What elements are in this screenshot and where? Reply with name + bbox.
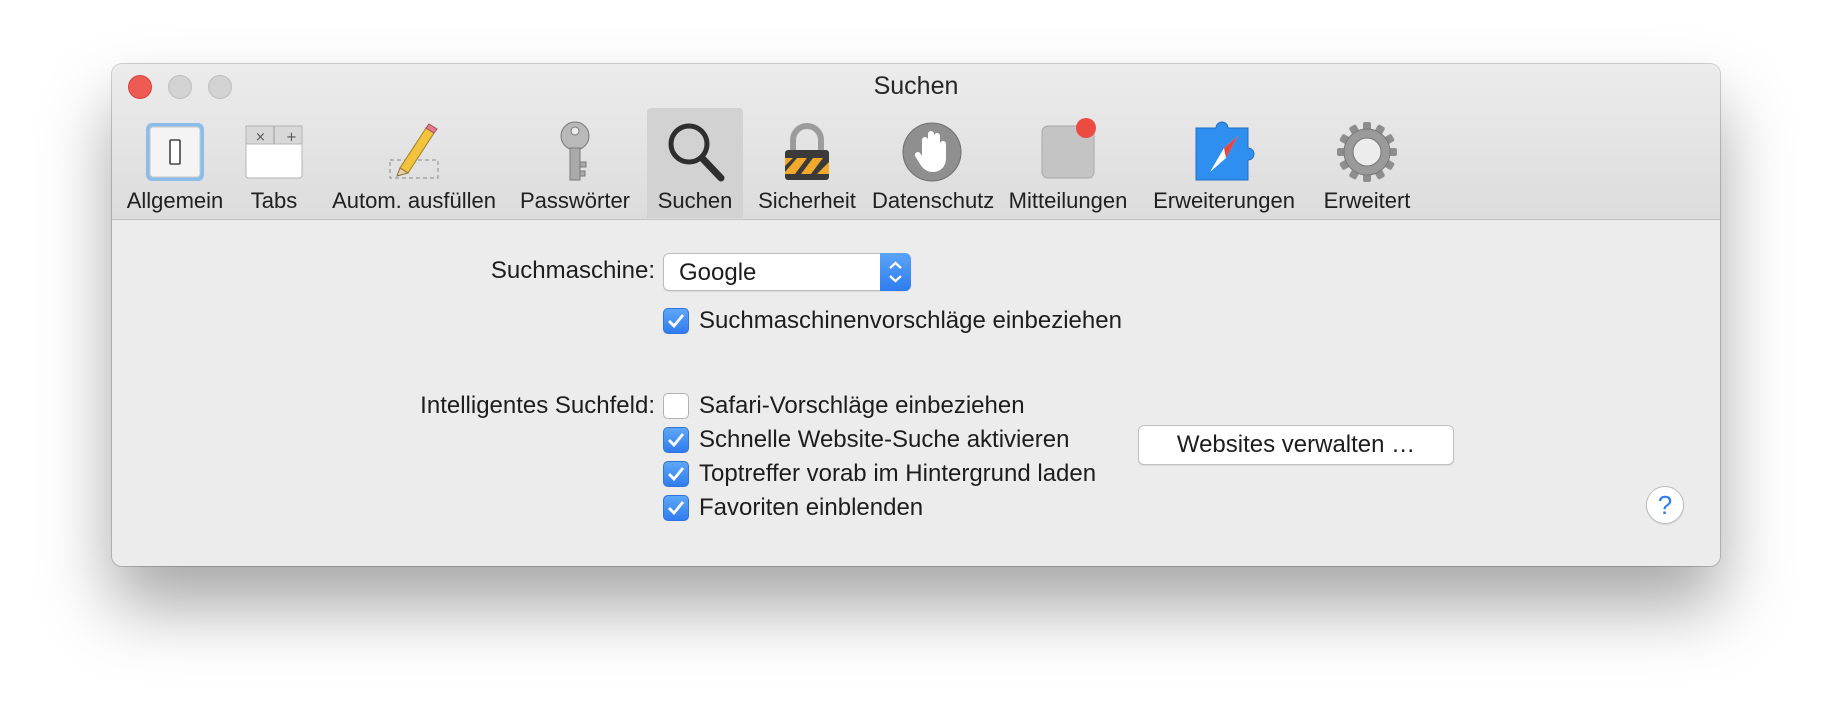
svg-text:+: + (286, 130, 297, 145)
chevron-updown-icon (880, 253, 911, 291)
lock-icon (785, 123, 829, 180)
preload-top-hit-label: Toptreffer vorab im Hintergrund laden (699, 460, 1097, 487)
preload-top-hit-checkbox[interactable] (663, 461, 689, 487)
pencil-icon (389, 123, 439, 179)
toolbar-label: Tabs (250, 188, 298, 213)
search-engine-popup[interactable]: Google (663, 253, 911, 291)
toolbar-item-security[interactable]: Sicherheit (752, 108, 862, 218)
search-preferences-pane: Suchmaschine: Google Suchmaschinenvorsch… (112, 220, 1720, 566)
puzzle-compass-icon (1195, 121, 1255, 181)
toolbar-item-passwords[interactable]: Passwörter (516, 108, 634, 218)
window-title: Suchen (873, 72, 959, 100)
search-engine-value: Google (679, 259, 757, 286)
toolbar-label: Datenschutz (872, 188, 995, 213)
checkmark-icon (668, 467, 685, 482)
toolbar-item-privacy[interactable]: Datenschutz (872, 108, 995, 218)
checkmark-icon (668, 501, 685, 516)
toolbar-item-advanced[interactable]: Erweitert (1312, 108, 1422, 218)
search-engine-label: Suchmaschine: (490, 257, 655, 284)
general-switch-icon (146, 123, 204, 181)
toolbar-item-tabs[interactable]: × + Tabs (242, 108, 306, 218)
search-suggestions-checkbox[interactable] (663, 308, 689, 334)
show-favorites-label: Favoriten einblenden (699, 494, 924, 521)
preferences-window: Suchen Allgemein × + Tabs Autom. ausfüll… (112, 64, 1720, 566)
quick-website-search-checkbox[interactable] (663, 427, 689, 453)
toolbar-label: Autom. ausfüllen (332, 188, 496, 213)
toolbar-label: Allgemein (126, 188, 224, 213)
key-icon (560, 121, 590, 181)
magnifier-icon (668, 123, 725, 182)
toolbar-label: Passwörter (519, 188, 631, 213)
checkmark-icon (668, 433, 685, 448)
toolbar-item-notifications[interactable]: Mitteilungen (1000, 108, 1136, 218)
search-suggestions-label: Suchmaschinenvorschläge einbeziehen (699, 307, 1122, 334)
toolbar-item-allgemein[interactable]: Allgemein (122, 108, 228, 218)
gear-icon (1337, 122, 1397, 182)
titlebar: Suchen Allgemein × + Tabs Autom. ausfüll… (112, 64, 1720, 220)
tabs-icon: × + (245, 125, 303, 179)
toolbar-label: Mitteilungen (1008, 188, 1128, 213)
checkmark-icon (668, 314, 685, 329)
show-favorites-checkbox[interactable] (663, 495, 689, 521)
toolbar-label: Sicherheit (758, 188, 856, 213)
safari-suggestions-checkbox[interactable] (663, 393, 689, 419)
toolbar-label: Erweiterungen (1153, 188, 1295, 213)
svg-text:×: × (255, 130, 266, 145)
manage-websites-button[interactable]: Websites verwalten … (1138, 425, 1454, 465)
toolbar-label: Erweitert (1323, 188, 1411, 213)
toolbar-item-extensions[interactable]: Erweiterungen (1146, 108, 1302, 218)
smart-search-field-label: Intelligentes Suchfeld: (420, 392, 655, 419)
quick-website-search-label: Schnelle Website-Suche aktivieren (699, 426, 1070, 453)
toolbar-item-search[interactable]: Suchen (647, 108, 743, 218)
help-button[interactable]: ? (1646, 486, 1684, 524)
safari-suggestions-label: Safari-Vorschläge einbeziehen (699, 392, 1025, 419)
toolbar-label: Suchen (657, 188, 733, 213)
notification-icon (1041, 118, 1096, 179)
hand-icon (902, 122, 962, 182)
toolbar-item-autofill[interactable]: Autom. ausfüllen (324, 108, 504, 218)
